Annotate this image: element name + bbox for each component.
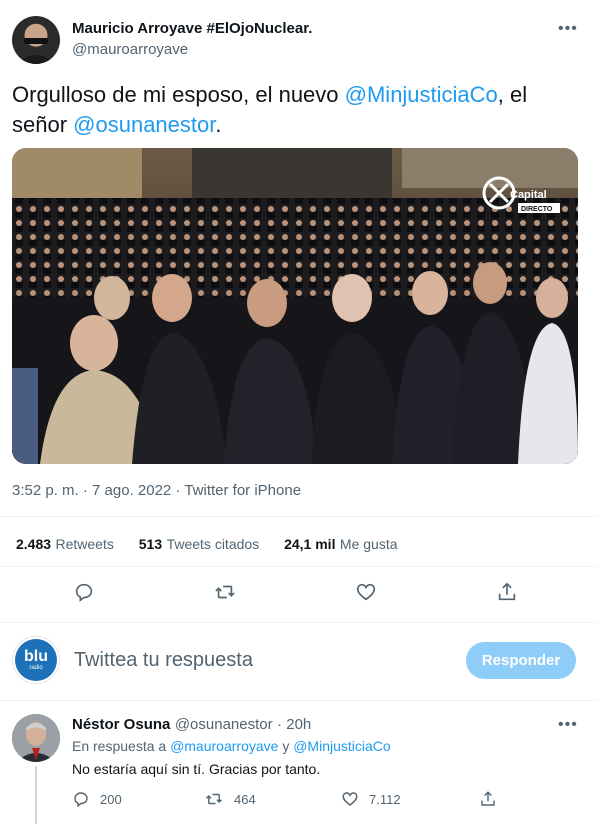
tweet-photo[interactable]: Capital DIRECTO <box>12 148 578 464</box>
blu-radio-logo-text: blu <box>24 647 48 665</box>
reply-author-handle[interactable]: @osunanestor <box>175 716 273 733</box>
channel-logo-text: Capital <box>510 189 547 201</box>
replying-to-and: y <box>278 738 294 754</box>
like-icon[interactable] <box>354 580 378 604</box>
replying-to: En respuesta a @mauroarroyave y @Minjust… <box>72 738 391 754</box>
divider <box>0 566 598 567</box>
tweet-timestamp[interactable]: 3:52 p. m. · 7 ago. 2022 · Twitter for i… <box>12 482 301 499</box>
crowd-photo-image: Capital DIRECTO <box>12 148 578 464</box>
avatar-photo-icon <box>16 38 56 64</box>
reply-compose-input[interactable]: Twittea tu respuesta <box>74 649 253 672</box>
reply-author-avatar[interactable] <box>12 714 60 762</box>
author-handle[interactable]: @mauroarroyave <box>72 41 188 58</box>
likes-label: Me gusta <box>339 536 398 552</box>
reply-action-retweet[interactable]: 464 <box>204 790 256 808</box>
retweet-icon <box>205 793 223 805</box>
divider <box>0 622 598 623</box>
reply-time[interactable]: · 20h <box>277 716 311 733</box>
quotes-label: Tweets citados <box>166 536 260 552</box>
reply-avatar-photo-icon <box>12 714 60 762</box>
channel-logo-sub: DIRECTO <box>521 206 553 213</box>
retweet-icon[interactable] <box>213 580 237 604</box>
author-avatar[interactable] <box>12 16 60 64</box>
mention-link[interactable]: @MinjusticiaCo <box>293 738 390 754</box>
reply-header: Néstor Osuna @osunanestor · 20h <box>72 716 311 734</box>
reply-author-name[interactable]: Néstor Osuna <box>72 716 170 733</box>
blu-radio-logo-sub: radio <box>29 664 43 671</box>
mention-link[interactable]: @osunanestor <box>73 112 215 137</box>
retweets-count: 2.483 <box>16 536 52 552</box>
author-name[interactable]: Mauricio Arroyave #ElOjoNuclear. <box>72 20 312 37</box>
tweet-text-part: Orgulloso de mi esposo, el nuevo <box>12 82 345 107</box>
tweet-text-part: . <box>215 112 222 137</box>
reply-count: 200 <box>100 791 122 807</box>
share-icon[interactable] <box>495 580 519 604</box>
reply-icon[interactable] <box>72 580 96 604</box>
reply-text: No estaría aquí sin tí. Gracias por tant… <box>72 761 321 777</box>
reply-icon <box>74 792 88 808</box>
quotes-count: 513 <box>138 536 163 552</box>
like-icon <box>342 792 358 806</box>
divider <box>0 700 598 701</box>
reply-more-options-icon[interactable]: ••• <box>558 716 578 734</box>
retweets-label: Retweets <box>55 536 114 552</box>
divider <box>0 516 598 517</box>
quotes-stat[interactable]: 513 Tweets citados <box>139 536 259 553</box>
mention-link[interactable]: @MinjusticiaCo <box>345 82 498 107</box>
more-options-icon[interactable]: ••• <box>558 20 578 38</box>
retweets-stat[interactable]: 2.483 Retweets <box>16 536 114 553</box>
share-icon <box>481 791 495 806</box>
replying-to-prefix: En respuesta a <box>72 738 171 754</box>
reply-action-share[interactable] <box>479 790 497 813</box>
reply-submit-button[interactable]: Responder <box>466 642 576 679</box>
mention-link[interactable]: @mauroarroyave <box>170 738 278 754</box>
reply-action-reply[interactable]: 200 <box>72 790 122 808</box>
reply-thread-line <box>35 766 37 824</box>
tweet-stats: 2.483 Retweets 513 Tweets citados 24,1 m… <box>16 536 398 554</box>
like-count: 7.112 <box>369 791 401 807</box>
current-user-avatar[interactable]: blu radio <box>12 636 60 684</box>
likes-count: 24,1 mil <box>284 536 336 552</box>
retweet-count: 464 <box>234 791 256 807</box>
reply-action-like[interactable]: 7.112 <box>341 790 401 808</box>
tweet-text: Orgulloso de mi esposo, el nuevo @Minjus… <box>12 80 582 140</box>
likes-stat[interactable]: 24,1 mil Me gusta <box>284 536 397 553</box>
